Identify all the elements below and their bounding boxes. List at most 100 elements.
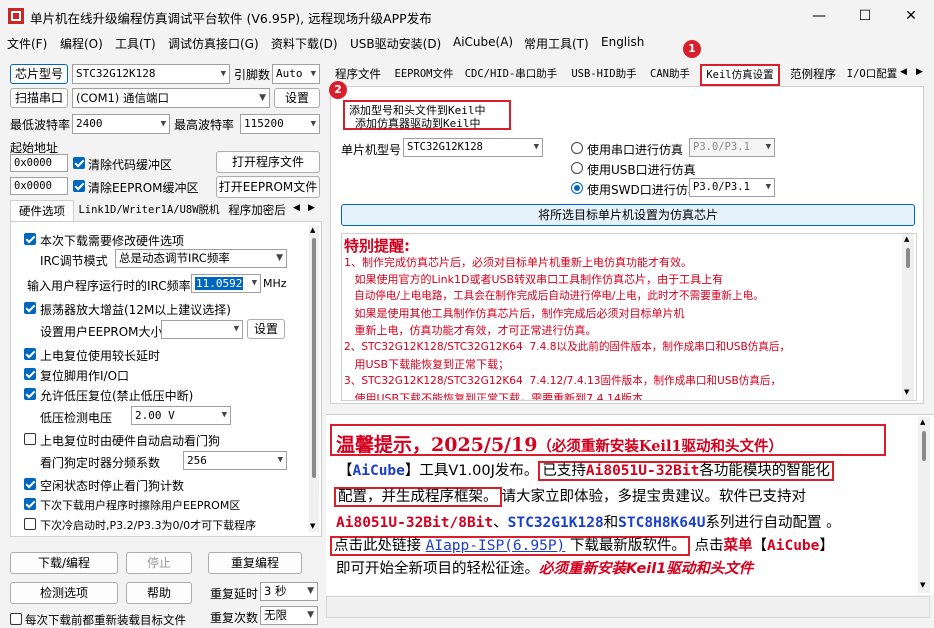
tab-usb-hid[interactable]: USB-HID助手: [570, 64, 638, 84]
menu-usb-driver[interactable]: USB驱动安装(D): [350, 35, 441, 52]
reset-io-checkbox[interactable]: [24, 368, 36, 380]
menu-file[interactable]: 文件(F): [7, 35, 47, 52]
tip-headline-note: （必须重新安装Keil1驱动和头文件）: [537, 438, 784, 455]
eeprom-address-input[interactable]: 0x0000: [10, 177, 68, 195]
chevron-right-icon[interactable]: ▶: [916, 67, 923, 77]
menu-program[interactable]: 编程(O): [60, 35, 103, 52]
close-button[interactable]: ✕: [888, 0, 934, 32]
stop-button[interactable]: 停止: [126, 552, 192, 574]
tab-examples[interactable]: 范例程序: [786, 64, 840, 84]
wdt-div-select[interactable]: 256 ▼: [183, 451, 287, 470]
chevron-right-icon[interactable]: ▶: [308, 203, 315, 213]
set-emulator-chip-button[interactable]: 将所选目标单片机设置为仿真芯片: [341, 204, 915, 226]
notice-line: 用USB下载能恢复到正常下载；: [344, 358, 510, 371]
tab-can[interactable]: CAN助手: [646, 64, 694, 84]
chip-model-value: STC32G12K128: [76, 67, 156, 80]
lvr-checkbox[interactable]: [24, 388, 36, 400]
pin-count-select[interactable]: Auto ▼: [272, 64, 320, 84]
scroll-thumb[interactable]: [922, 431, 926, 461]
wdt-div-value: 256: [187, 454, 207, 467]
menu-debug[interactable]: 调试仿真接口(G): [168, 35, 259, 52]
usb-emu-radio[interactable]: [571, 162, 583, 174]
port-settings-button[interactable]: 设置: [274, 88, 320, 108]
maximize-button[interactable]: ☐: [842, 0, 888, 32]
chip-model-button[interactable]: 芯片型号: [10, 64, 68, 84]
aicube-link[interactable]: AiCube: [353, 463, 405, 479]
swd-emu-select[interactable]: P3.0/P3.1 ▼: [689, 178, 775, 197]
mcu-model-select[interactable]: STC32G12K128 ▼: [403, 138, 543, 157]
menu-download[interactable]: 资料下载(D): [271, 35, 338, 52]
notice-scrollbar[interactable]: ▲ ▼: [902, 234, 914, 400]
chip-model-select[interactable]: STC32G12K128 ▼: [72, 64, 230, 84]
tab-cdc-hid[interactable]: CDC/HID-串口助手: [462, 64, 560, 84]
menu-tools[interactable]: 工具(T): [115, 35, 156, 52]
download-link[interactable]: AIapp-ISP(6.95P): [426, 538, 566, 554]
eeprom-size-label: 设置用户EEPROM大小: [40, 325, 163, 339]
serial-emu-select[interactable]: P3.0/P3.1 ▼: [689, 138, 775, 157]
port-select[interactable]: (COM1) 通信端口 ▼: [72, 88, 270, 108]
cold-boot-checkbox[interactable]: [24, 518, 36, 530]
tip-text: 系列进行自动配置 。: [705, 515, 841, 531]
osc-gain-checkbox[interactable]: [24, 302, 36, 314]
repeat-count-select[interactable]: 无限 ▼: [260, 606, 318, 625]
idle-wdt-checkbox[interactable]: [24, 478, 36, 490]
hw-options-scrollbar[interactable]: ▲ ▼: [309, 226, 319, 532]
notice-line: 如果使用官方的Link1D或者USB转双串口工具制作仿真芯片，由于工具上有: [344, 273, 724, 286]
chevron-left-icon[interactable]: ◀: [900, 67, 907, 77]
swd-emu-radio[interactable]: [571, 182, 583, 194]
reload-checkbox[interactable]: [10, 613, 22, 625]
menu-english[interactable]: English: [601, 35, 644, 49]
eeprom-size-set-button[interactable]: 设置: [247, 319, 285, 339]
tip-line-4: Ai8051U-32Bit/8Bit、STC32G1K128和STC8H8K64…: [336, 511, 841, 532]
tip-scrollbar[interactable]: ▲ ▼: [918, 417, 930, 593]
repeat-delay-select[interactable]: 3 秒 ▼: [260, 582, 318, 601]
por-delay-checkbox[interactable]: [24, 348, 36, 360]
serial-emu-radio[interactable]: [571, 142, 583, 154]
max-baud-select[interactable]: 115200 ▼: [240, 114, 320, 134]
eeprom-size-select[interactable]: 1 K▼: [161, 320, 243, 339]
help-button[interactable]: 帮助: [126, 582, 192, 604]
tab-link1d[interactable]: Link1D/Writer1A/U8W脱机: [74, 200, 224, 220]
right-tab-strip: 程序文件 EEPROM文件 CDC/HID-串口助手 USB-HID助手 CAN…: [328, 64, 934, 86]
cold-boot-label: 下次冷启动时,P3.2/P3.3为0/0才可下载程序: [40, 519, 257, 532]
tab-encryption[interactable]: 程序加密后: [226, 200, 288, 220]
add-emulator-button[interactable]: 添加仿真器驱动到Keil中: [355, 115, 481, 131]
tab-hardware-options[interactable]: 硬件选项: [10, 200, 74, 221]
minimize-button[interactable]: —: [796, 0, 842, 32]
tip-line-5: 点击此处链接 AIapp-ISP(6.95P) 下载最新版软件。 点击菜单【Ai…: [330, 534, 834, 556]
tip-text: 和: [603, 515, 619, 531]
repeat-program-button[interactable]: 重复编程: [208, 552, 302, 574]
notice-line: 重新上电，仿真功能才有效，才可正常进行仿真。: [344, 324, 597, 337]
scroll-down-icon: ▼: [310, 522, 316, 530]
eeprom-address-value: 0x0000: [14, 180, 52, 192]
menu-aicube[interactable]: AiCube(A): [453, 35, 513, 49]
modify-hw-checkbox[interactable]: [24, 233, 36, 245]
hardware-options-panel: 本次下载需要修改硬件选项 IRC调节模式 总是动态调节IRC频率 ▼ 输入用户程序…: [10, 221, 322, 537]
irc-freq-input[interactable]: 11.0592 ▼: [191, 274, 261, 293]
tip-text: 】: [819, 538, 834, 554]
clear-eeprom-checkbox[interactable]: [73, 180, 85, 192]
chevron-left-icon[interactable]: ◀: [293, 203, 300, 213]
scroll-thumb[interactable]: [906, 248, 910, 268]
menu-common-tools[interactable]: 常用工具(T): [524, 35, 589, 52]
download-program-button[interactable]: 下载/编程: [10, 552, 118, 574]
erase-eeprom-checkbox[interactable]: [24, 498, 36, 510]
notice-box: 特别提醒: 1、制作完成仿真芯片后，必须对目标单片机重新上电仿真功能才有效。 如…: [341, 233, 917, 401]
lvd-select[interactable]: 2.00 V ▼: [131, 406, 231, 425]
tab-eeprom-file[interactable]: EEPROM文件: [392, 64, 456, 84]
tip-menu-word: 菜单: [723, 538, 753, 554]
check-options-button[interactable]: 检测选项: [10, 582, 118, 604]
tab-io-config[interactable]: I/O口配置: [846, 64, 898, 84]
aicube-link[interactable]: AiCube: [767, 538, 819, 554]
min-baud-select[interactable]: 2400 ▼: [72, 114, 170, 134]
wdt-auto-checkbox[interactable]: [24, 433, 36, 445]
irc-mode-select[interactable]: 总是动态调节IRC频率 ▼: [115, 249, 287, 268]
clear-code-checkbox[interactable]: [73, 157, 85, 169]
tab-keil-settings[interactable]: Keil仿真设置: [700, 64, 780, 86]
tip-text: 【: [338, 463, 353, 479]
scan-port-button[interactable]: 扫描串口: [10, 88, 68, 108]
code-address-input[interactable]: 0x0000: [10, 154, 68, 172]
scroll-thumb[interactable]: [312, 238, 316, 478]
open-program-button[interactable]: 打开程序文件: [216, 151, 320, 173]
open-eeprom-button[interactable]: 打开EEPROM文件: [216, 176, 320, 198]
